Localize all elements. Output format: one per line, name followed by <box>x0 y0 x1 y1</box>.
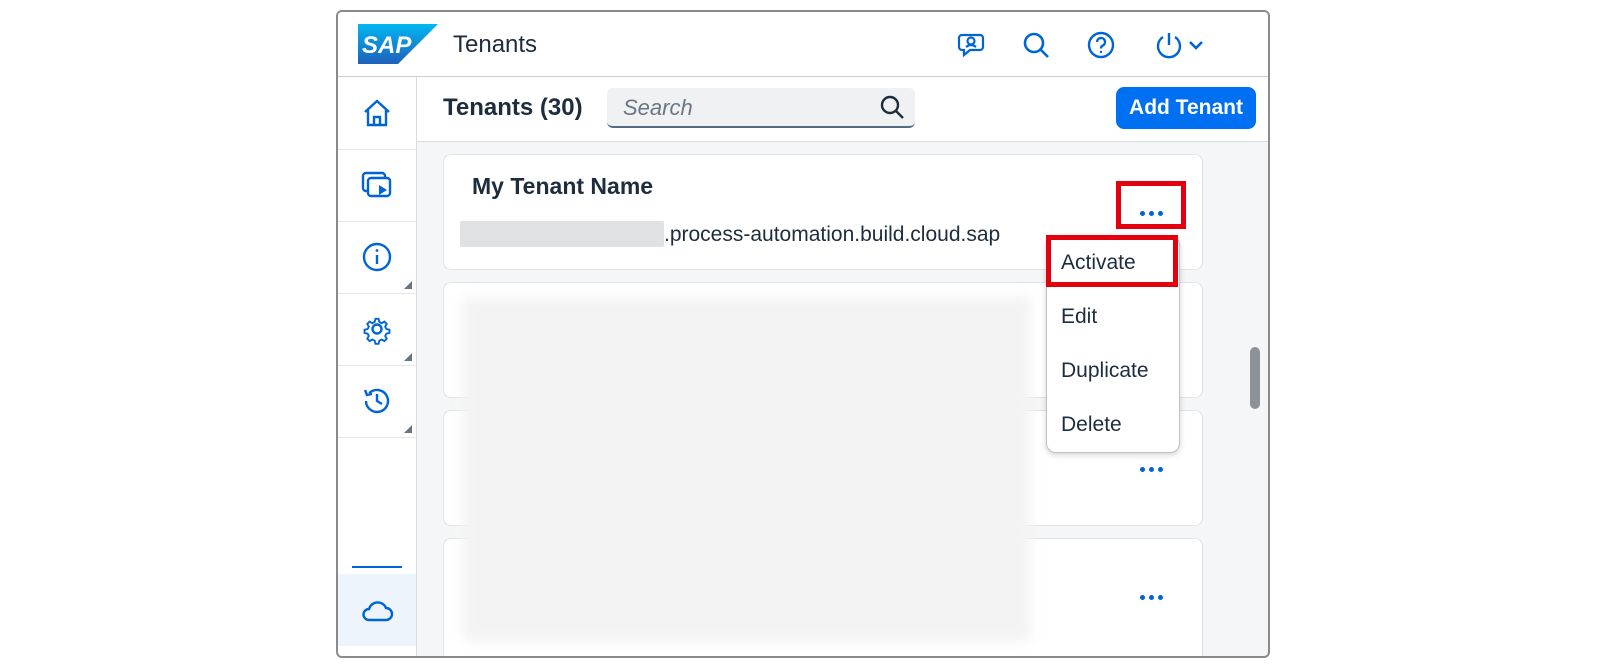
search-input[interactable] <box>621 95 865 121</box>
highlight-activate <box>1046 235 1178 287</box>
dot <box>1157 594 1163 600</box>
dot <box>1148 466 1154 472</box>
expand-corner-icon <box>404 353 412 361</box>
menu-item-duplicate[interactable]: Duplicate <box>1047 344 1179 398</box>
search-icon[interactable] <box>1018 27 1054 63</box>
redacted-host <box>460 221 664 247</box>
main-content: Tenants (30) Add Tenant My Tenant Name .… <box>417 77 1268 656</box>
add-tenant-button[interactable]: Add Tenant <box>1116 87 1256 129</box>
nav-item-cloud[interactable] <box>338 574 416 646</box>
cloud-icon <box>362 601 394 622</box>
list-toolbar: Tenants (30) Add Tenant <box>417 77 1268 142</box>
shell-bar: SAP Tenants <box>338 12 1268 77</box>
expand-corner-icon <box>404 425 412 433</box>
side-navigation <box>338 77 417 656</box>
gear-icon <box>363 317 391 345</box>
app-window: SAP Tenants Tenants (30) Search Add Tena… <box>336 10 1270 658</box>
tenant-name: My Tenant Name <box>472 173 654 199</box>
chevron-down-icon[interactable] <box>1184 27 1208 63</box>
vertical-scrollbar[interactable] <box>1250 347 1260 409</box>
help-icon[interactable] <box>1083 27 1119 63</box>
dot <box>1139 594 1145 600</box>
list-title: Tenants (30) <box>443 94 583 121</box>
nav-item-info[interactable] <box>338 221 416 294</box>
dot <box>1157 466 1163 472</box>
dot <box>1148 594 1154 600</box>
app-title: Tenants <box>453 31 538 58</box>
nav-divider <box>352 566 402 568</box>
tenant-url: .process-automation.build.cloud.sap <box>664 223 1001 246</box>
nav-item-settings[interactable] <box>338 293 416 366</box>
redacted-area <box>463 297 1031 641</box>
more-options-button[interactable] <box>1131 455 1171 483</box>
svg-text:SAP: SAP <box>362 32 412 59</box>
menu-item-delete[interactable]: Delete <box>1047 398 1179 452</box>
search-field[interactable] <box>607 88 915 128</box>
dot <box>1139 466 1145 472</box>
home-icon <box>364 99 390 127</box>
feedback-icon[interactable] <box>953 27 989 63</box>
search-icon[interactable] <box>879 94 905 120</box>
run-icon <box>361 171 392 198</box>
info-icon <box>362 242 392 272</box>
nav-item-run[interactable] <box>338 149 416 222</box>
power-icon[interactable] <box>1151 27 1187 63</box>
highlight-more-button <box>1116 181 1186 229</box>
menu-item-edit[interactable]: Edit <box>1047 290 1179 344</box>
nav-item-home[interactable] <box>338 77 416 150</box>
sap-logo: SAP <box>358 24 438 64</box>
expand-corner-icon <box>404 281 412 289</box>
more-options-button[interactable] <box>1131 583 1171 611</box>
nav-item-history[interactable] <box>338 365 416 438</box>
history-icon <box>363 388 390 414</box>
